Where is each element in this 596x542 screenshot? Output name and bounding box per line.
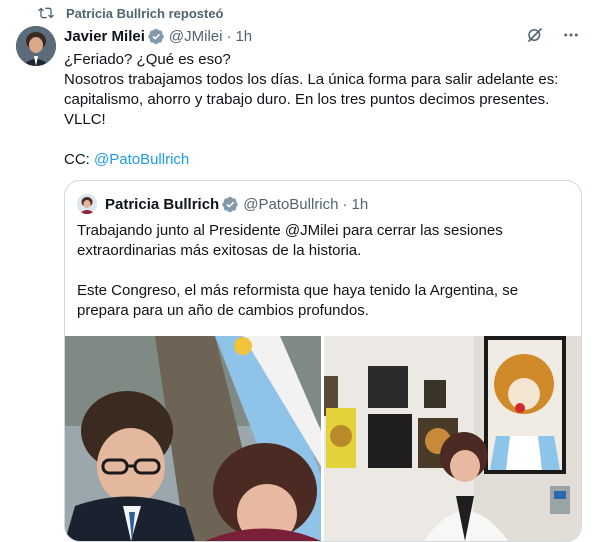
verified-badge-icon <box>148 28 164 44</box>
media-grid <box>65 336 581 541</box>
more-icon[interactable] <box>562 26 580 44</box>
repost-indicator[interactable]: Patricia Bullrich reposteó <box>38 4 224 22</box>
author-avatar[interactable] <box>16 26 56 66</box>
tweet-header: Javier Milei @JMilei · 1h <box>64 26 580 46</box>
verified-badge-icon <box>222 196 238 212</box>
photo-office-image <box>324 336 581 541</box>
author-handle[interactable]: @JMilei <box>169 28 223 45</box>
photo-selfie-image <box>65 336 321 541</box>
mention-link[interactable]: @PatoBullrich <box>94 151 189 168</box>
grok-icon[interactable] <box>526 26 544 44</box>
quote-avatar-image <box>77 194 97 214</box>
quoted-tweet[interactable]: Patricia Bullrich @PatoBullrich · 1h Tra… <box>64 180 582 542</box>
quote-author-handle[interactable]: @PatoBullrich <box>243 196 338 213</box>
separator-dot: · <box>226 27 232 45</box>
photo-selfie[interactable] <box>65 336 321 541</box>
author-name[interactable]: Javier Milei <box>64 28 145 45</box>
tweet-time[interactable]: 1h <box>235 28 252 45</box>
repost-label: Patricia Bullrich reposteó <box>66 5 224 21</box>
photo-office[interactable] <box>324 336 581 541</box>
quote-text: Trabajando junto al Presidente @JMilei p… <box>77 222 519 319</box>
quote-time[interactable]: 1h <box>352 196 369 213</box>
tweet-text: ¿Feriado? ¿Qué es eso? Nosotros trabajam… <box>64 50 584 170</box>
quote-author-avatar[interactable] <box>77 194 97 214</box>
avatar-image <box>16 26 56 66</box>
quote-author-name[interactable]: Patricia Bullrich <box>105 196 219 213</box>
separator-dot: · <box>342 195 348 213</box>
quote-header: Patricia Bullrich @PatoBullrich · 1h <box>105 194 368 214</box>
repost-icon <box>38 7 54 19</box>
